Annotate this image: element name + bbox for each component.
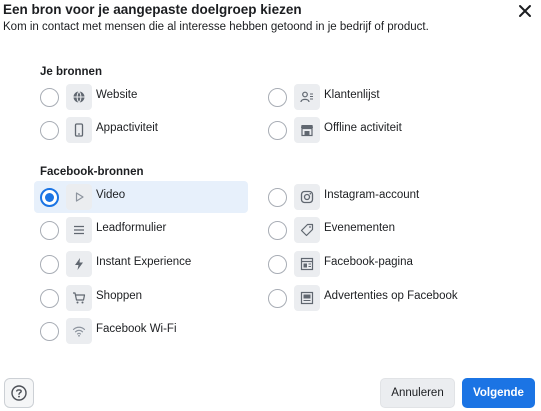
store-icon bbox=[294, 117, 320, 143]
option-label: Appactiviteit bbox=[96, 122, 159, 134]
option-label: Website bbox=[96, 89, 138, 101]
ads-icon bbox=[294, 285, 320, 311]
option-facebook-wifi[interactable]: Facebook Wi-Fi bbox=[34, 315, 248, 347]
option-facebook-ads[interactable]: Advertenties op Facebook bbox=[262, 282, 476, 314]
option-video[interactable]: Video bbox=[34, 181, 248, 213]
dialog-subtitle: Kom in contact met mensen die al interes… bbox=[3, 21, 429, 33]
next-button[interactable]: Volgende bbox=[462, 378, 535, 408]
cancel-button[interactable]: Annuleren bbox=[380, 378, 455, 408]
radio-button[interactable] bbox=[268, 255, 287, 274]
radio-button[interactable] bbox=[268, 121, 287, 140]
page-icon bbox=[294, 251, 320, 277]
radio-button[interactable] bbox=[268, 88, 287, 107]
radio-button[interactable] bbox=[268, 221, 287, 240]
option-label: Video bbox=[96, 189, 126, 201]
option-label: Instagram-account bbox=[324, 189, 420, 201]
option-app-activity[interactable]: Appactiviteit bbox=[34, 114, 248, 146]
radio-button[interactable] bbox=[40, 322, 59, 341]
option-label: Evenementen bbox=[324, 222, 395, 234]
globe-icon bbox=[66, 84, 92, 110]
radio-button[interactable] bbox=[268, 289, 287, 308]
section-title-facebook-sources: Facebook-bronnen bbox=[40, 166, 144, 178]
close-icon[interactable] bbox=[516, 2, 534, 20]
radio-button[interactable] bbox=[40, 255, 59, 274]
help-icon[interactable] bbox=[4, 378, 34, 408]
customer-list-icon bbox=[294, 84, 320, 110]
ticket-icon bbox=[294, 217, 320, 243]
instagram-icon bbox=[294, 184, 320, 210]
option-label: Klantenlijst bbox=[324, 89, 380, 101]
cart-icon bbox=[66, 285, 92, 311]
radio-button[interactable] bbox=[40, 121, 59, 140]
option-label: Shoppen bbox=[96, 290, 143, 302]
option-label: Instant Experience bbox=[96, 256, 192, 268]
option-label: Leadformulier bbox=[96, 222, 167, 234]
play-icon bbox=[66, 184, 92, 210]
option-facebook-page[interactable]: Facebook-pagina bbox=[262, 248, 476, 280]
option-events[interactable]: Evenementen bbox=[262, 214, 476, 246]
option-instagram-account[interactable]: Instagram-account bbox=[262, 181, 476, 213]
option-lead-form[interactable]: Leadformulier bbox=[34, 214, 248, 246]
radio-button[interactable] bbox=[268, 188, 287, 207]
radio-button[interactable] bbox=[40, 289, 59, 308]
option-offline-activity[interactable]: Offline activiteit bbox=[262, 114, 476, 146]
list-icon bbox=[66, 217, 92, 243]
wifi-icon bbox=[66, 318, 92, 344]
option-website[interactable]: Website bbox=[34, 81, 248, 113]
dialog-header: Een bron voor je aangepaste doelgroep ki… bbox=[3, 2, 533, 34]
option-label: Offline activiteit bbox=[324, 122, 402, 134]
dialog-title: Een bron voor je aangepaste doelgroep ki… bbox=[3, 2, 302, 17]
option-label: Facebook Wi-Fi bbox=[96, 323, 177, 335]
option-label: Facebook-pagina bbox=[324, 256, 413, 268]
option-shopping[interactable]: Shoppen bbox=[34, 282, 248, 314]
section-title-own-sources: Je bronnen bbox=[40, 66, 102, 78]
radio-button[interactable] bbox=[40, 88, 59, 107]
radio-button-checked[interactable] bbox=[40, 188, 59, 207]
option-label: Advertenties op Facebook bbox=[324, 290, 458, 302]
radio-button[interactable] bbox=[40, 221, 59, 240]
option-customer-list[interactable]: Klantenlijst bbox=[262, 81, 476, 113]
lightning-icon bbox=[66, 251, 92, 277]
phone-icon bbox=[66, 117, 92, 143]
option-instant-experience[interactable]: Instant Experience bbox=[34, 248, 248, 280]
